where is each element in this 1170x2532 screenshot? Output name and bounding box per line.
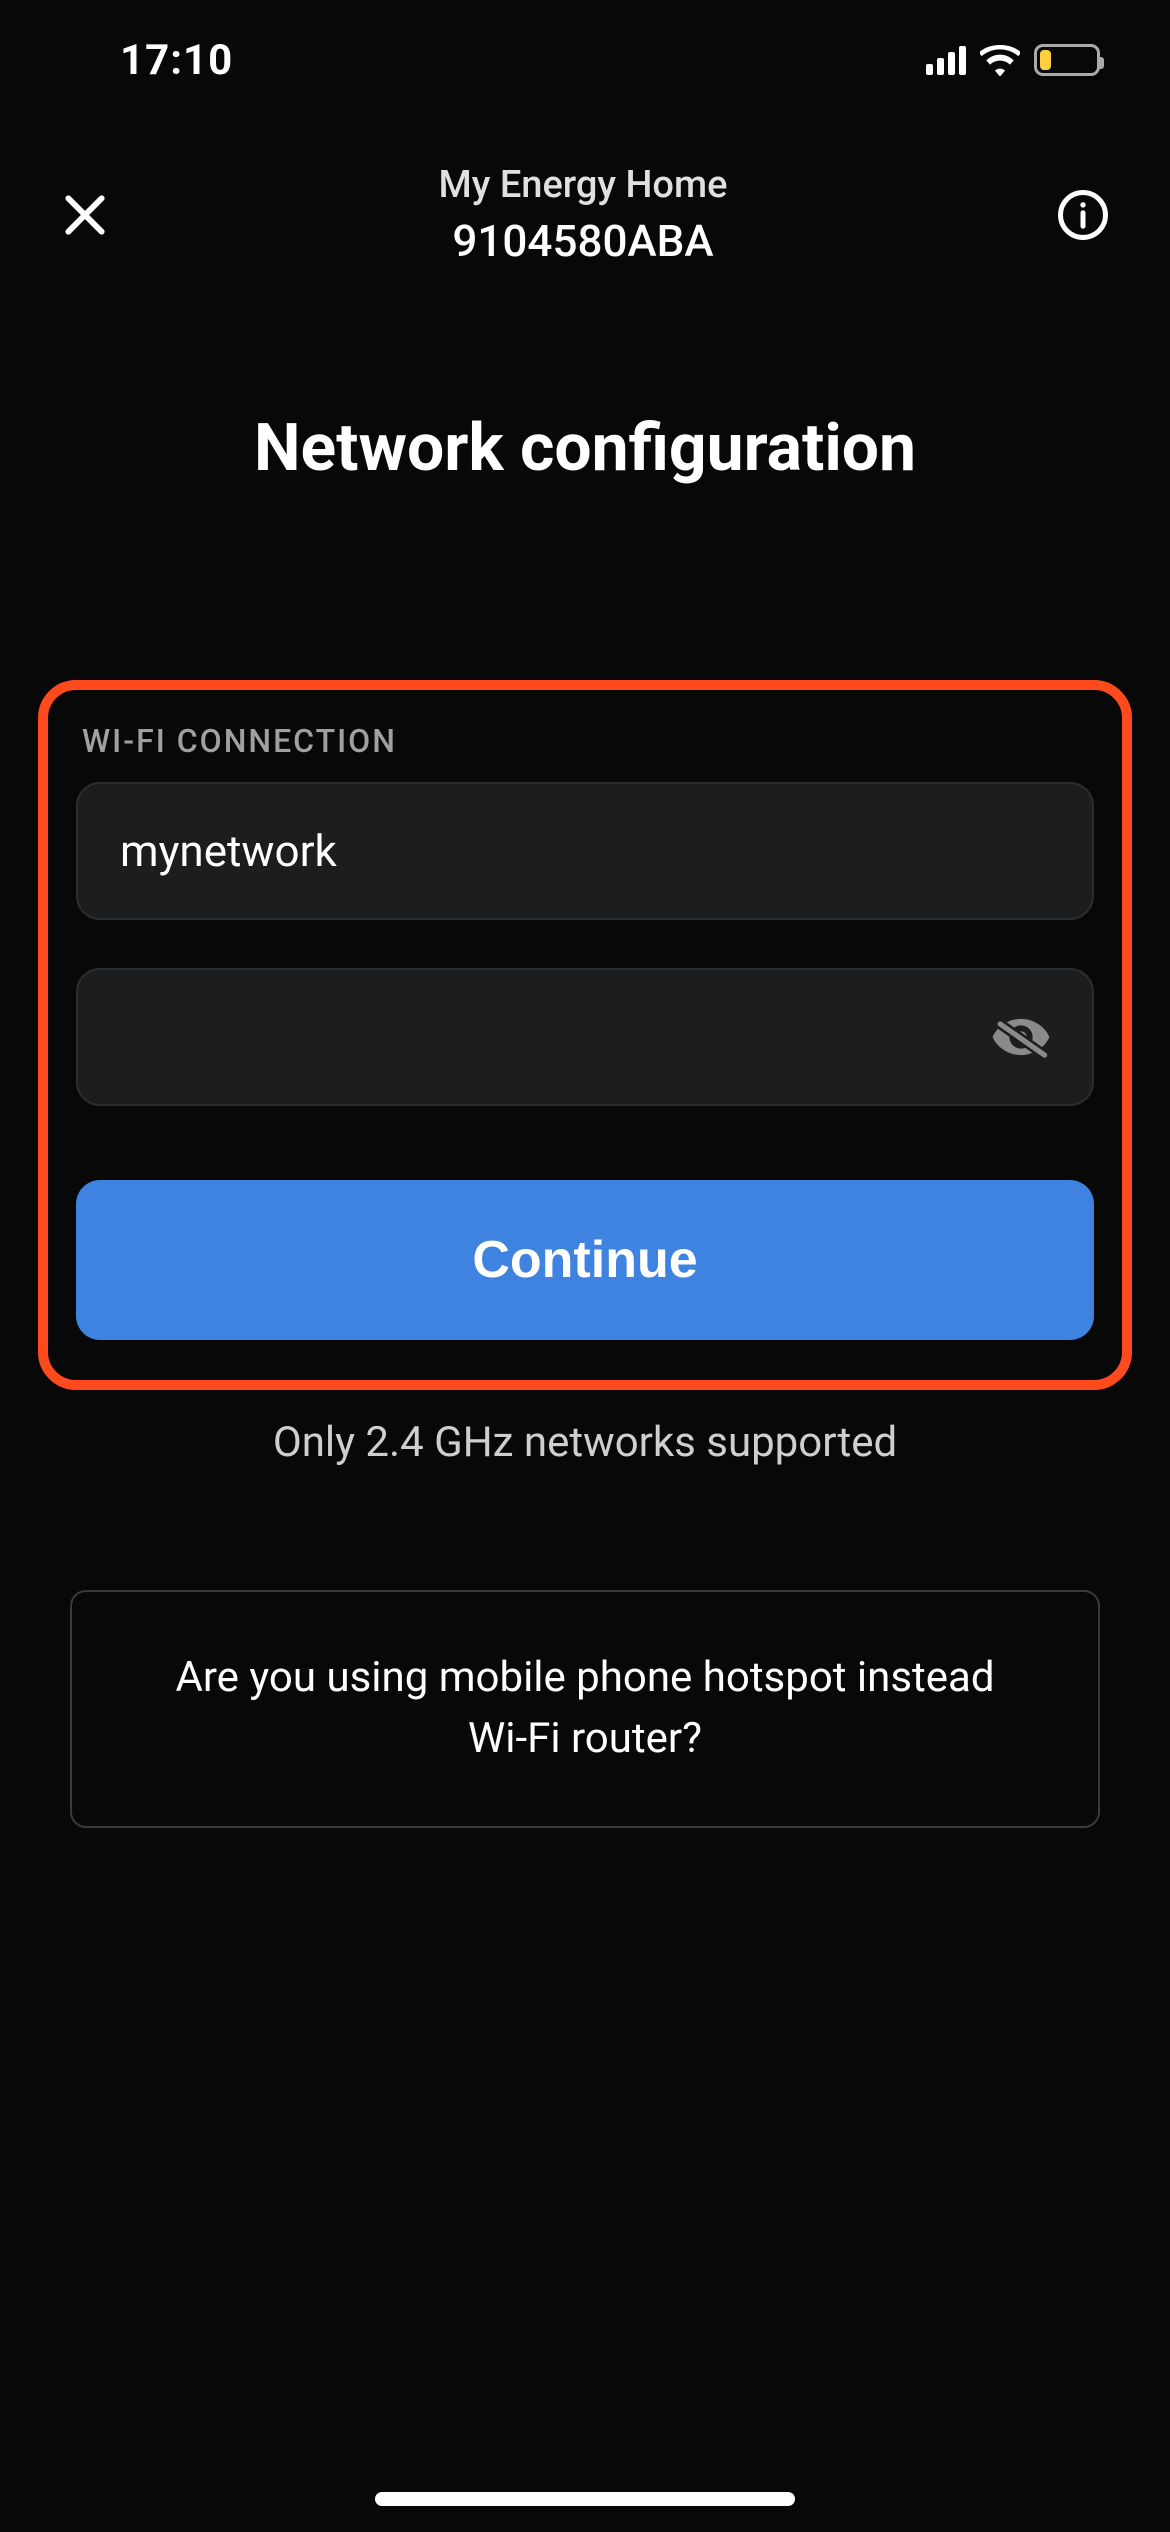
page-title: Network configuration <box>0 410 1170 487</box>
wifi-section-label: WI-FI CONNECTION <box>82 722 1094 760</box>
wifi-signal-icon <box>980 44 1020 76</box>
status-time: 17:10 <box>120 36 233 85</box>
cellular-signal-icon <box>926 45 966 75</box>
wifi-connection-section: WI-FI CONNECTION Continue <box>38 680 1132 1390</box>
hotspot-help-card[interactable]: Are you using mobile phone hotspot inste… <box>70 1590 1100 1828</box>
nav-title-line2: 9104580ABA <box>110 215 1056 267</box>
battery-icon <box>1034 44 1100 76</box>
nav-title: My Energy Home 9104580ABA <box>110 163 1056 267</box>
continue-button[interactable]: Continue <box>76 1180 1094 1340</box>
status-indicators <box>926 44 1100 76</box>
password-field[interactable] <box>76 968 1094 1106</box>
info-button[interactable] <box>1056 188 1110 242</box>
close-button[interactable] <box>60 190 110 240</box>
status-bar: 17:10 <box>0 0 1170 120</box>
toggle-password-visibility-button[interactable] <box>990 1006 1052 1068</box>
nav-header: My Energy Home 9104580ABA <box>0 155 1170 275</box>
home-indicator[interactable] <box>375 2492 795 2506</box>
network-support-hint: Only 2.4 GHz networks supported <box>0 1418 1170 1467</box>
ssid-field[interactable] <box>76 782 1094 920</box>
nav-title-line1: My Energy Home <box>110 163 1056 207</box>
password-input[interactable] <box>118 1010 990 1064</box>
ssid-input[interactable] <box>118 824 1052 878</box>
